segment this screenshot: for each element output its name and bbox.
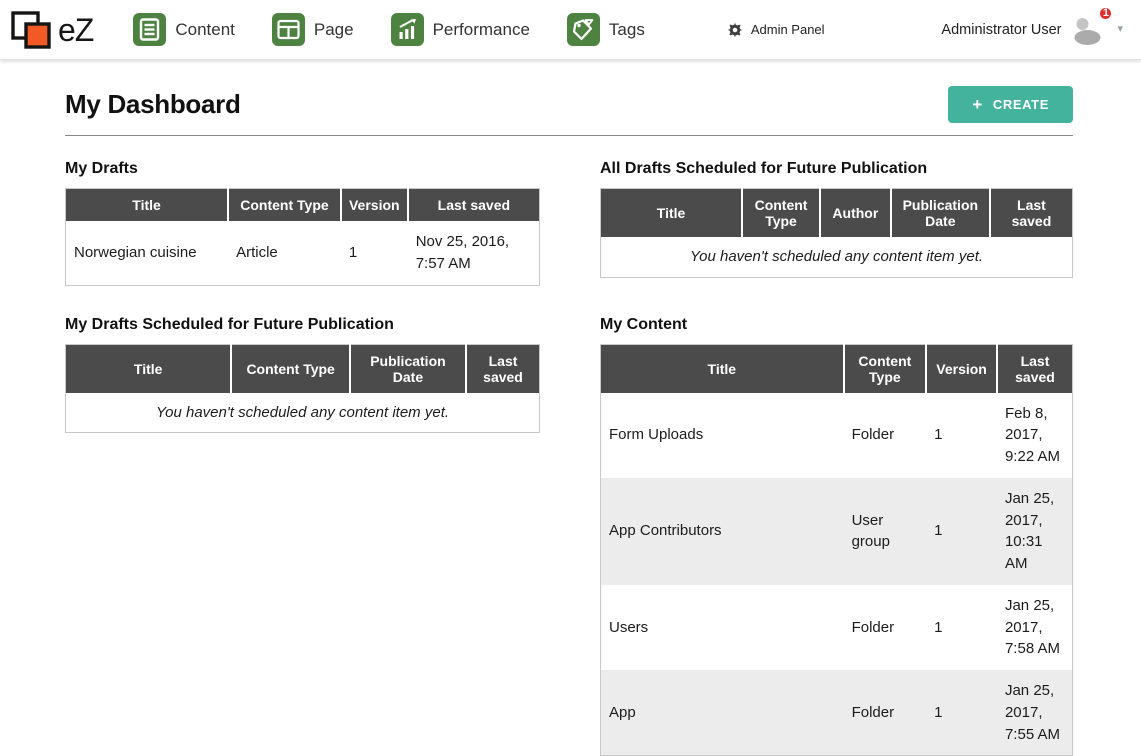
column-header-title: Title <box>601 189 743 238</box>
notification-badge[interactable]: 1 <box>1098 6 1113 21</box>
column-header-last-saved: Last saved <box>466 344 539 393</box>
empty-row: You haven't scheduled any content item y… <box>66 393 540 433</box>
cell: 1 <box>926 393 997 478</box>
cell: Article <box>228 221 341 285</box>
my-content-table: TitleContent TypeVersionLast savedForm U… <box>600 344 1073 756</box>
empty-row: You haven't scheduled any content item y… <box>601 237 1073 277</box>
ez-logo-text: eZ <box>58 14 93 46</box>
column-header-last-saved: Last saved <box>990 189 1073 238</box>
nav-item-label: Performance <box>433 20 530 40</box>
admin-panel-label: Admin Panel <box>751 22 825 37</box>
table-row[interactable]: Norwegian cuisineArticle1Nov 25, 2016, 7… <box>66 221 540 285</box>
nav-item-tags[interactable]: Tags <box>567 13 645 46</box>
cell: Folder <box>844 393 927 478</box>
empty-message: You haven't scheduled any content item y… <box>66 393 540 433</box>
title-divider <box>65 135 1073 136</box>
nav-item-label: Content <box>175 20 235 40</box>
dashboard-page: My Dashboard + CREATE My Drafts TitleCon… <box>0 60 1141 756</box>
plus-icon: + <box>972 98 983 112</box>
empty-message: You haven't scheduled any content item y… <box>601 237 1073 277</box>
my-drafts-table: TitleContent TypeVersionLast savedNorweg… <box>65 188 540 286</box>
user-avatar-icon: 1 <box>1071 15 1107 45</box>
gear-icon <box>727 22 743 38</box>
section-my-drafts: My Drafts TitleContent TypeVersionLast s… <box>65 160 540 286</box>
column-header-last-saved: Last saved <box>408 189 540 222</box>
cell: 1 <box>341 221 408 285</box>
ez-logo-icon <box>10 8 54 52</box>
column-header-version: Version <box>341 189 408 222</box>
admin-panel-button[interactable]: Admin Panel <box>727 22 825 38</box>
section-my-drafts-scheduled: My Drafts Scheduled for Future Publicati… <box>65 316 540 434</box>
top-navigation-bar: eZ Content Page <box>0 0 1141 60</box>
cell: Jan 25, 2017, 7:55 AM <box>997 670 1073 756</box>
nav-item-label: Tags <box>609 20 645 40</box>
page-icon <box>272 13 305 46</box>
cell: 1 <box>926 585 997 670</box>
section-title: My Drafts Scheduled for Future Publicati… <box>65 316 540 334</box>
cell: Jan 25, 2017, 7:58 AM <box>997 585 1073 670</box>
column-header-author: Author <box>820 189 891 238</box>
section-my-content: My Content TitleContent TypeVersionLast … <box>600 316 1073 756</box>
cell: Feb 8, 2017, 9:22 AM <box>997 393 1073 478</box>
nav-item-page[interactable]: Page <box>272 13 354 46</box>
tags-icon <box>567 13 600 46</box>
create-button-label: CREATE <box>993 97 1049 112</box>
cell: App <box>601 670 844 756</box>
column-header-title: Title <box>66 344 232 393</box>
ez-logo[interactable]: eZ <box>10 8 93 52</box>
main-navigation: Content Page Per <box>133 13 645 46</box>
user-menu[interactable]: Administrator User 1 ▾ <box>941 15 1123 45</box>
create-button[interactable]: + CREATE <box>948 86 1073 123</box>
cell: Folder <box>844 585 927 670</box>
all-drafts-scheduled-table: TitleContent TypeAuthorPublication DateL… <box>600 188 1073 278</box>
user-name: Administrator User <box>941 22 1061 38</box>
cell: 1 <box>926 670 997 756</box>
column-header-content-type: Content Type <box>742 189 820 238</box>
chevron-down-icon: ▾ <box>1117 24 1123 35</box>
column-header-version: Version <box>926 344 997 393</box>
column-header-content-type: Content Type <box>844 344 927 393</box>
section-title: My Content <box>600 316 1073 334</box>
column-header-content-type: Content Type <box>231 344 350 393</box>
nav-item-performance[interactable]: Performance <box>391 13 530 46</box>
cell: Users <box>601 585 844 670</box>
cell: 1 <box>926 478 997 585</box>
content-icon <box>133 13 166 46</box>
table-row[interactable]: Form UploadsFolder1Feb 8, 2017, 9:22 AM <box>601 393 1073 478</box>
nav-item-label: Page <box>314 20 354 40</box>
performance-icon <box>391 13 424 46</box>
section-all-drafts-scheduled: All Drafts Scheduled for Future Publicat… <box>600 160 1073 278</box>
page-header: My Dashboard + CREATE <box>65 86 1073 123</box>
column-header-title: Title <box>66 189 229 222</box>
column-header-publication-date: Publication Date <box>350 344 466 393</box>
table-row[interactable]: AppFolder1Jan 25, 2017, 7:55 AM <box>601 670 1073 756</box>
page-title: My Dashboard <box>65 89 241 120</box>
cell: App Contributors <box>601 478 844 585</box>
section-title: My Drafts <box>65 160 540 178</box>
cell: Norwegian cuisine <box>66 221 229 285</box>
cell: Nov 25, 2016, 7:57 AM <box>408 221 540 285</box>
cell: Jan 25, 2017, 10:31 AM <box>997 478 1073 585</box>
my-drafts-scheduled-table: TitleContent TypePublication DateLast sa… <box>65 344 540 434</box>
column-header-last-saved: Last saved <box>997 344 1073 393</box>
cell: User group <box>844 478 927 585</box>
table-row[interactable]: App ContributorsUser group1Jan 25, 2017,… <box>601 478 1073 585</box>
column-header-title: Title <box>601 344 844 393</box>
cell: Form Uploads <box>601 393 844 478</box>
cell: Folder <box>844 670 927 756</box>
column-header-content-type: Content Type <box>228 189 341 222</box>
table-row[interactable]: UsersFolder1Jan 25, 2017, 7:58 AM <box>601 585 1073 670</box>
section-title: All Drafts Scheduled for Future Publicat… <box>600 160 1073 178</box>
nav-item-content[interactable]: Content <box>133 13 235 46</box>
column-header-publication-date: Publication Date <box>891 189 990 238</box>
